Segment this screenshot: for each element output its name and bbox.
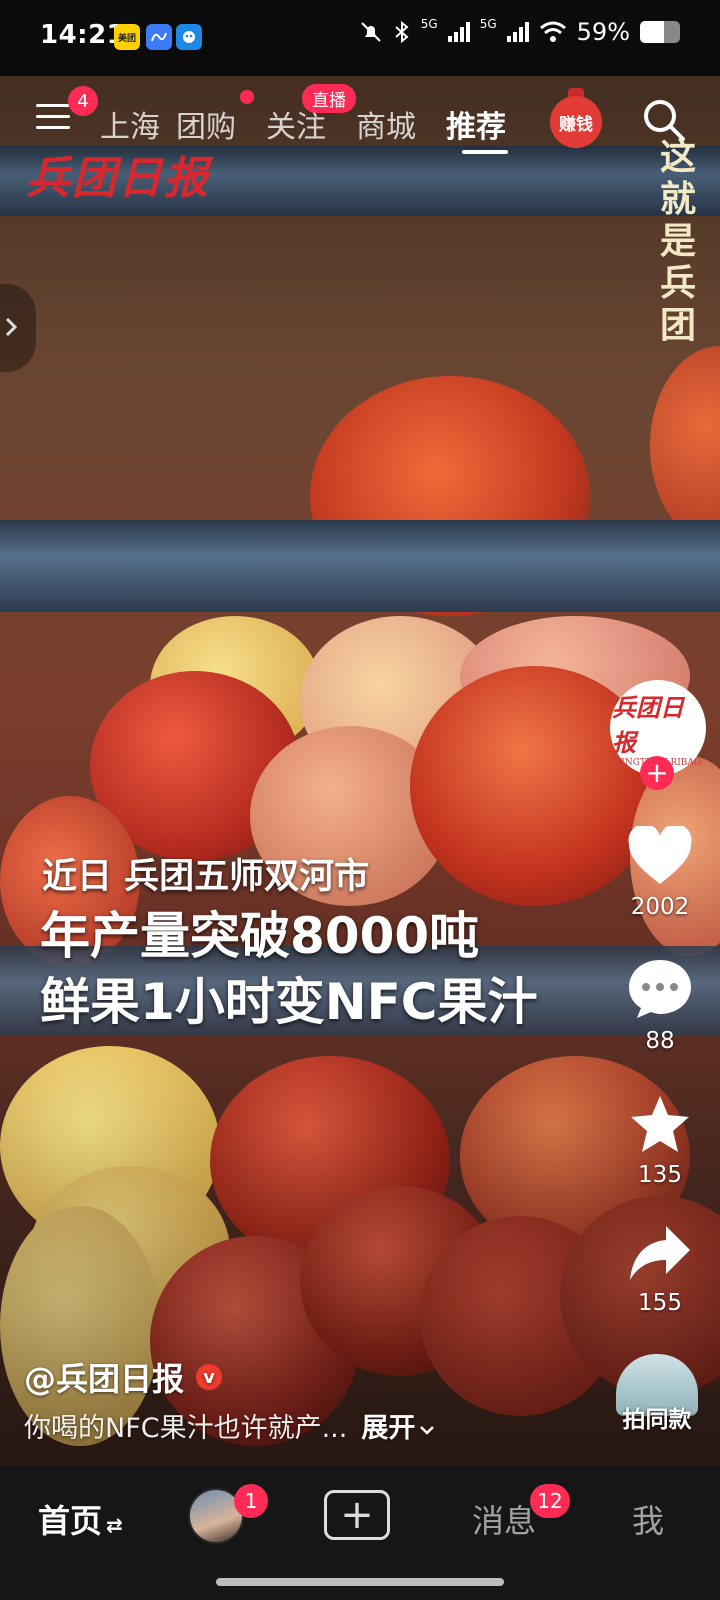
switch-arrows-icon: ⇄ bbox=[106, 1513, 123, 1537]
tab-mall[interactable]: 商城 bbox=[356, 102, 416, 146]
favorite-count: 135 bbox=[638, 1162, 682, 1188]
nav-home-label: 首页 bbox=[38, 1502, 103, 1540]
like-button[interactable]: 2002 bbox=[614, 823, 706, 920]
expand-button[interactable]: 展开 bbox=[361, 1413, 436, 1444]
app-icon-2 bbox=[146, 24, 172, 50]
verified-badge: v bbox=[196, 1364, 223, 1390]
comment-count: 88 bbox=[645, 1028, 675, 1054]
tab-local[interactable]: 上海 bbox=[100, 102, 160, 146]
share-icon bbox=[630, 1226, 690, 1280]
nav-me[interactable]: 我 bbox=[632, 1496, 664, 1542]
status-bar: 14:21 美团 5G 5G 59% bbox=[0, 0, 720, 76]
favorite-button[interactable]: 135 bbox=[614, 1094, 706, 1188]
chevron-down-icon bbox=[420, 1426, 435, 1435]
share-count: 155 bbox=[638, 1290, 682, 1316]
nav-messages[interactable]: 消息 bbox=[472, 1496, 536, 1542]
heart-icon bbox=[628, 823, 692, 884]
active-tab-indicator bbox=[462, 150, 508, 154]
share-button[interactable]: 155 bbox=[614, 1224, 706, 1316]
wifi-icon bbox=[539, 21, 566, 42]
tab-recommend[interactable]: 推荐 bbox=[446, 102, 506, 146]
like-count: 2002 bbox=[630, 894, 690, 920]
friends-badge: 1 bbox=[234, 1484, 268, 1518]
comment-icon bbox=[629, 960, 691, 1018]
author-avatar[interactable]: 兵团日报 BINGTUAN RIBAO + bbox=[610, 680, 706, 790]
video-caption-line2: 年产量突破8000吨 bbox=[40, 907, 480, 965]
description-text: 你喝的NFC果汁也许就产... bbox=[24, 1413, 348, 1444]
menu-badge: 4 bbox=[68, 86, 98, 116]
messages-badge: 12 bbox=[530, 1484, 570, 1518]
earn-money-button[interactable]: 赚钱 bbox=[550, 96, 602, 148]
video-caption-line3: 鲜果1小时变NFC果汁 bbox=[40, 973, 538, 1031]
top-navigation: 4 上海 团购 关注 直播 商城 推荐 赚钱 bbox=[0, 76, 720, 186]
video-caption-line1: 近日 兵团五师双河市 bbox=[42, 857, 370, 897]
home-indicator[interactable] bbox=[216, 1578, 504, 1586]
live-badge: 直播 bbox=[302, 84, 356, 113]
signal-icon: 5G bbox=[420, 17, 438, 31]
author-name[interactable]: @兵团日报 v bbox=[24, 1354, 223, 1400]
tab-group-buy[interactable]: 团购 bbox=[176, 102, 236, 146]
avatar-logo-text: 兵团日报 bbox=[612, 693, 684, 757]
same-style-label: 拍同款 bbox=[622, 1407, 692, 1433]
signal-icon-2: 5G bbox=[479, 17, 497, 31]
side-drawer-handle[interactable] bbox=[0, 284, 36, 372]
group-buy-dot bbox=[240, 90, 254, 104]
app-screen: 14:21 美团 5G 5G 59% 4 上海 团购 关注 直播 商城 推荐 赚… bbox=[0, 0, 720, 1600]
mute-icon bbox=[361, 22, 381, 42]
same-style-button[interactable]: 拍同款 bbox=[612, 1354, 702, 1434]
star-icon bbox=[631, 1096, 689, 1152]
author-handle[interactable]: @兵团日报 bbox=[24, 1354, 184, 1400]
create-post-button[interactable]: + bbox=[324, 1490, 390, 1540]
battery-percent: 59% bbox=[576, 18, 630, 46]
comment-button[interactable]: 88 bbox=[614, 958, 706, 1054]
battery-icon bbox=[640, 21, 680, 43]
nav-home[interactable]: 首页 ⇄ bbox=[38, 1496, 123, 1542]
post-description[interactable]: 你喝的NFC果汁也许就产... 展开 bbox=[24, 1406, 436, 1445]
bluetooth-icon bbox=[395, 20, 409, 44]
meituan-app-icon: 美团 bbox=[114, 24, 140, 50]
follow-button[interactable]: + bbox=[640, 756, 674, 790]
chevron-right-icon bbox=[5, 317, 18, 337]
search-icon[interactable] bbox=[642, 98, 686, 142]
status-indicators: 5G 5G 59% bbox=[359, 17, 680, 46]
menu-icon[interactable] bbox=[36, 104, 70, 132]
app-icon-3 bbox=[176, 24, 202, 50]
bottom-navigation: 首页 ⇄ 1 + 消息 12 我 bbox=[0, 1466, 720, 1600]
status-time: 14:21 bbox=[40, 20, 126, 50]
